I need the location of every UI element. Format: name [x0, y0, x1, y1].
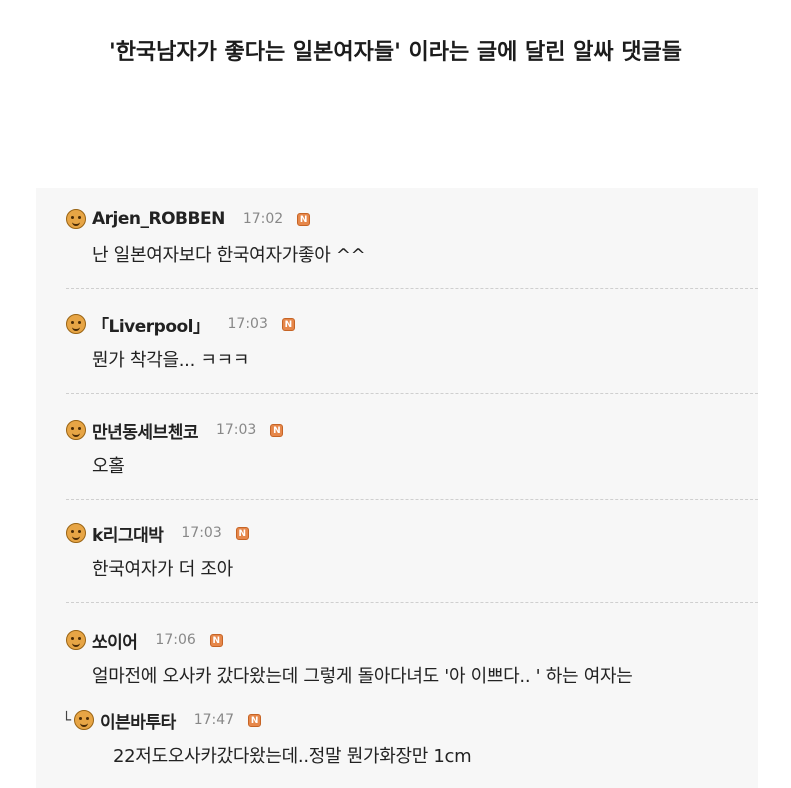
comment-list: Arjen_ROBBEN 17:02 N 난 일본여자보다 한국여자가좋아 ^^…: [36, 188, 758, 788]
new-badge-icon: N: [209, 633, 223, 647]
comment-author[interactable]: 만년동세브첸코: [92, 418, 198, 443]
comment-author[interactable]: k리그대박: [92, 521, 164, 546]
avatar-icon[interactable]: [74, 710, 95, 730]
comment-divider: [66, 393, 758, 394]
comment-header: k리그대박 17:03 N: [66, 521, 249, 546]
comment-author[interactable]: 「Liverpool」: [92, 312, 210, 337]
comment-time: 17:03: [215, 422, 257, 438]
comment-header: 만년동세브첸코 17:03 N: [66, 418, 284, 443]
comment-header: 「Liverpool」 17:03 N: [66, 312, 295, 337]
comment-time: 17:06: [155, 632, 196, 648]
new-badge-icon: N: [235, 526, 249, 540]
new-badge-icon: N: [297, 212, 311, 226]
comment-text: 한국여자가 더 조아: [92, 559, 233, 580]
comment-text: 난 일본여자보다 한국여자가좋아 ^^: [92, 245, 366, 266]
comment-time: 17:03: [181, 525, 222, 541]
comment-header: 쏘이어 17:06 N: [66, 628, 223, 653]
comment-header: Arjen_ROBBEN 17:02 N: [66, 207, 311, 231]
reply-arrow-icon: └: [62, 711, 72, 729]
avatar-icon[interactable]: [66, 420, 86, 440]
post-title: '한국남자가 좋다는 일본여자들' 이라는 글에 달린 알싸 댓글들: [108, 40, 683, 65]
avatar-icon[interactable]: [66, 209, 86, 229]
comment-time: 17:02: [242, 211, 284, 227]
new-badge-icon: N: [270, 423, 284, 437]
comment-text: 얼마전에 오사카 갔다왔는데 그렇게 돌아다녀도 '아 이쁘다.. ' 하는 여…: [92, 666, 633, 687]
comment-divider: [66, 499, 758, 500]
reply-author[interactable]: 이븐바투타: [100, 708, 176, 733]
comment-text: 뭔가 착각을... ㅋㅋㅋ: [92, 350, 250, 371]
comment-time: 17:03: [227, 316, 268, 332]
new-badge-icon: N: [248, 713, 262, 727]
avatar-icon[interactable]: [66, 314, 86, 334]
avatar-icon[interactable]: [66, 630, 86, 650]
comment-divider: [66, 288, 758, 289]
reply-text: 22저도오사카갔다왔는데..정말 뭔가화장만 1cm: [113, 746, 472, 767]
comment-author[interactable]: 쏘이어: [92, 628, 138, 653]
comment-text: 오홀: [92, 456, 125, 477]
reply-time: 17:47: [193, 712, 235, 728]
avatar-icon[interactable]: [66, 523, 86, 543]
reply-header: └ 이븐바투타 17:47 N: [62, 708, 262, 733]
comment-author[interactable]: Arjen_ROBBEN: [92, 209, 225, 229]
comment-divider: [66, 602, 758, 603]
new-badge-icon: N: [281, 317, 295, 331]
